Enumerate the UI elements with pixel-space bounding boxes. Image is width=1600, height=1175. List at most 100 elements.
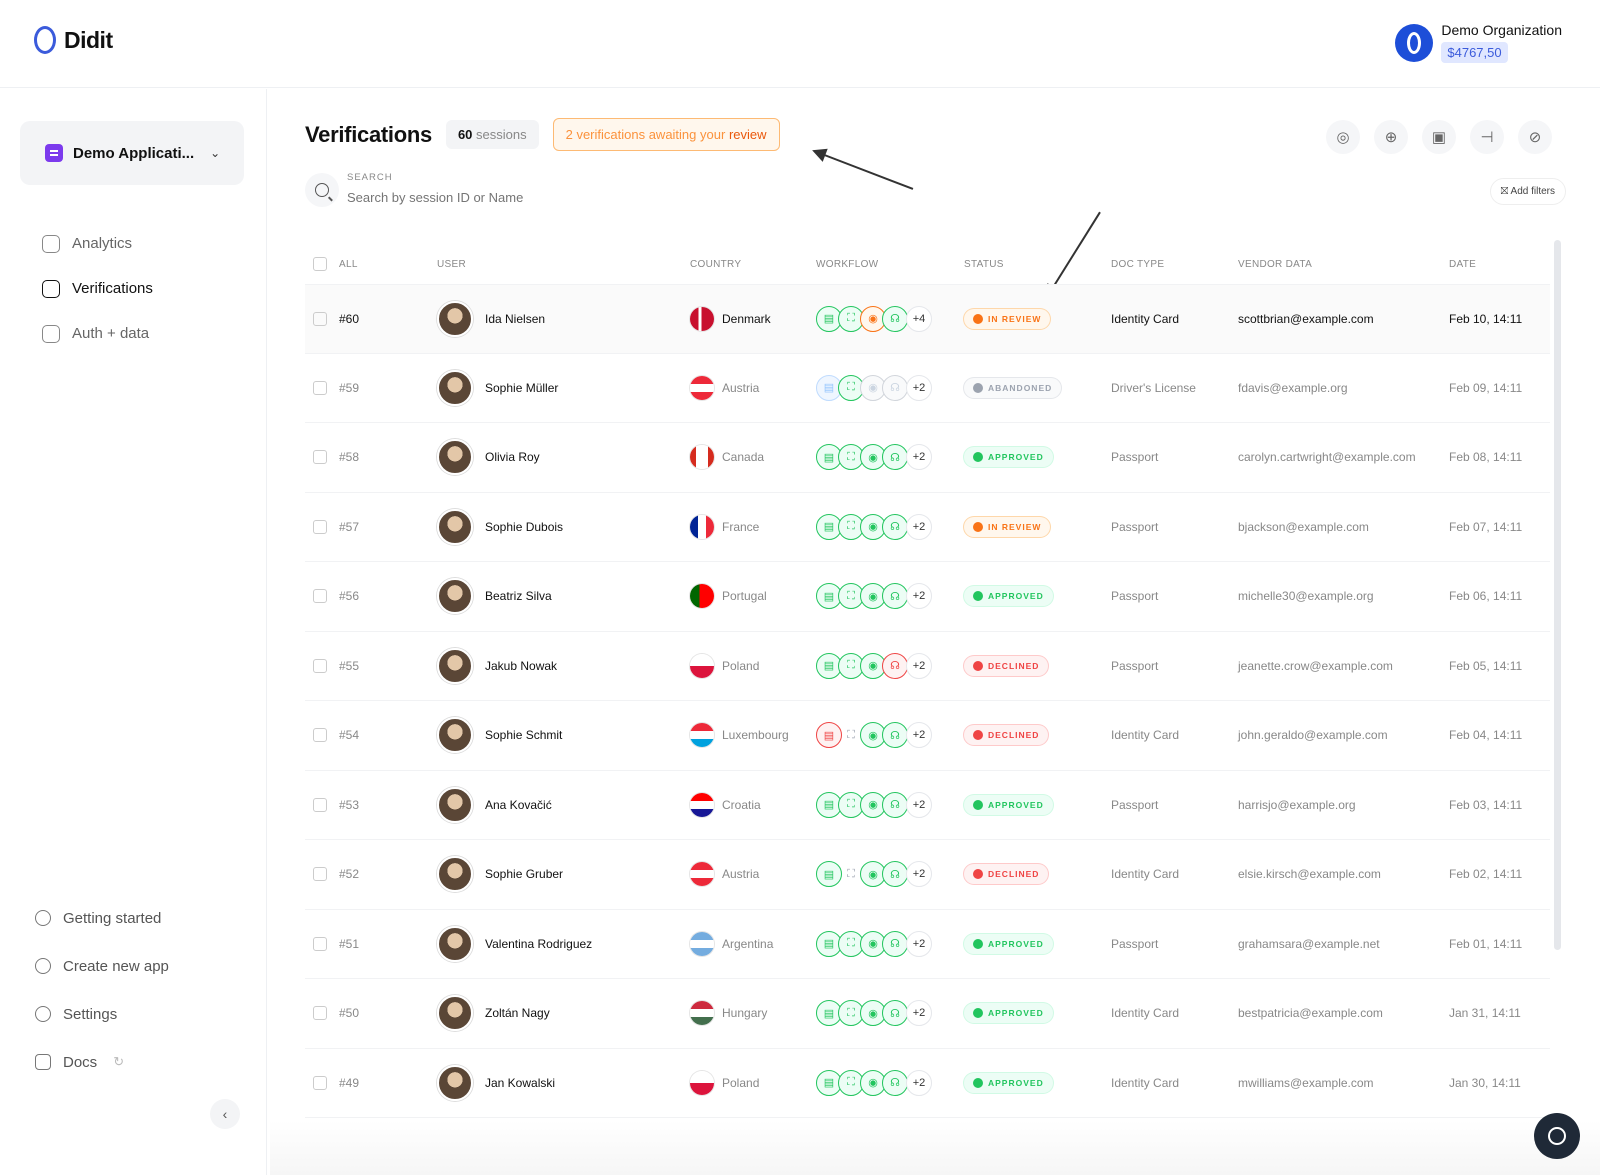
review-alert-badge[interactable]: 2 verifications awaiting your review xyxy=(552,118,780,151)
more-steps-badge[interactable]: +2 xyxy=(906,791,932,818)
table-scrollbar[interactable] xyxy=(1554,240,1561,950)
chat-support-button[interactable] xyxy=(1534,1113,1580,1159)
sidebar-item-verifications[interactable]: Verifications xyxy=(42,266,153,311)
more-steps-badge[interactable]: +2 xyxy=(906,444,932,471)
column-user[interactable]: USER xyxy=(437,259,690,270)
status-dot-icon xyxy=(973,1077,983,1088)
export-icon[interactable]: ▣ xyxy=(1422,120,1456,154)
table-row[interactable]: #60 Ida Nielsen Denmark ▤ ⛶ ◉ ☊ +4 IN REVIE… xyxy=(305,284,1550,354)
table-row[interactable]: #57 Sophie Dubois France ▤ ⛶ ◉ ☊ +2 IN REVI… xyxy=(305,493,1550,562)
status-cell: APPROVED xyxy=(964,447,1111,468)
table-row[interactable]: #59 Sophie Müller Austria ▤ ⛶ ◉ ☊ +2 ABANDO… xyxy=(305,354,1550,423)
user-name: Ida Nielsen xyxy=(485,311,546,326)
row-checkbox[interactable] xyxy=(305,936,339,951)
face-match-icon[interactable]: ☊ xyxy=(882,652,908,679)
face-match-icon[interactable]: ☊ xyxy=(882,791,908,818)
row-checkbox[interactable] xyxy=(305,728,339,743)
select-all-checkbox[interactable] xyxy=(305,257,339,271)
face-match-icon[interactable]: ☊ xyxy=(882,444,908,471)
row-checkbox[interactable] xyxy=(305,589,339,604)
row-checkbox[interactable] xyxy=(305,1075,339,1090)
search-icon[interactable] xyxy=(305,172,339,207)
session-date: Feb 07, 14:11 xyxy=(1449,519,1523,534)
more-steps-badge[interactable]: +2 xyxy=(906,722,932,749)
table-body: #60 Ida Nielsen Denmark ▤ ⛶ ◉ ☊ +4 IN REVIE… xyxy=(305,284,1550,1118)
face-match-icon[interactable]: ☊ xyxy=(882,374,908,401)
block-icon[interactable]: ⊘ xyxy=(1518,120,1552,154)
row-checkbox[interactable] xyxy=(305,658,339,673)
more-steps-badge[interactable]: +2 xyxy=(906,583,932,610)
sidebar-item-label: Docs xyxy=(63,1053,98,1071)
sidebar-item-analytics[interactable]: Analytics xyxy=(42,221,153,266)
status-label: APPROVED xyxy=(988,799,1044,810)
status-label: APPROVED xyxy=(988,452,1044,463)
column-doc-type[interactable]: DOC TYPE xyxy=(1111,259,1238,270)
status-label: APPROVED xyxy=(988,938,1044,949)
workflow-steps: ▤ ⛶ ◉ ☊ +2 xyxy=(816,861,964,888)
more-steps-badge[interactable]: +2 xyxy=(906,861,932,888)
app-selector[interactable]: Demo Applicati... ⌄ xyxy=(20,121,244,185)
column-workflow[interactable]: WORKFLOW xyxy=(816,259,964,270)
table-row[interactable]: #52 Sophie Gruber Austria ▤ ⛶ ◉ ☊ +2 DECLIN… xyxy=(305,840,1550,910)
add-filters-button[interactable]: ⛝ Add filters xyxy=(1489,178,1566,205)
table-row[interactable]: #53 Ana Kovačić Croatia ▤ ⛶ ◉ ☊ +2 APPROVED… xyxy=(305,771,1550,840)
row-checkbox[interactable] xyxy=(305,311,339,326)
more-steps-badge[interactable]: +2 xyxy=(906,1069,932,1096)
status-badge: APPROVED xyxy=(964,447,1053,468)
more-steps-badge[interactable]: +2 xyxy=(906,1000,932,1027)
more-steps-badge[interactable]: +2 xyxy=(906,652,932,679)
row-checkbox[interactable] xyxy=(305,380,339,395)
table-row[interactable]: #55 Jakub Nowak Poland ▤ ⛶ ◉ ☊ +2 DECLINED … xyxy=(305,632,1550,701)
sidebar-item-docs[interactable]: Docs ↻ xyxy=(35,1038,169,1086)
add-icon[interactable]: ⊕ xyxy=(1374,120,1408,154)
column-status[interactable]: STATUS xyxy=(964,259,1111,270)
status-cell: IN REVIEW xyxy=(964,516,1111,537)
more-steps-badge[interactable]: +4 xyxy=(906,305,932,332)
sidebar-item-settings[interactable]: Settings xyxy=(35,990,169,1038)
table-row[interactable]: #58 Olivia Roy Canada ▤ ⛶ ◉ ☊ +2 APPROVED P… xyxy=(305,423,1550,493)
sidebar-item-create-new-app[interactable]: Create new app xyxy=(35,942,169,990)
face-match-icon[interactable]: ☊ xyxy=(882,305,908,332)
vendor-data: john.geraldo@example.com xyxy=(1238,728,1388,743)
table-row[interactable]: #50 Zoltán Nagy Hungary ▤ ⛶ ◉ ☊ +2 APPROVED… xyxy=(305,979,1550,1049)
row-checkbox[interactable] xyxy=(305,797,339,812)
row-checkbox[interactable] xyxy=(305,1006,339,1021)
status-badge: APPROVED xyxy=(964,586,1053,607)
face-match-icon[interactable]: ☊ xyxy=(882,513,908,540)
row-checkbox[interactable] xyxy=(305,867,339,882)
face-match-icon[interactable]: ☊ xyxy=(882,722,908,749)
table-row[interactable]: #56 Beatriz Silva Portugal ▤ ⛶ ◉ ☊ +2 APPRO… xyxy=(305,562,1550,632)
face-match-icon[interactable]: ☊ xyxy=(882,1000,908,1027)
face-match-icon[interactable]: ☊ xyxy=(882,861,908,888)
organization-switcher[interactable]: Demo Organization $4767,50 xyxy=(1395,22,1562,63)
column-country[interactable]: COUNTRY xyxy=(690,259,816,270)
search-input[interactable] xyxy=(347,190,647,205)
column-vendor-data[interactable]: VENDOR DATA xyxy=(1238,259,1449,270)
more-steps-badge[interactable]: +2 xyxy=(906,513,932,540)
table-row[interactable]: #54 Sophie Schmit Luxembourg ▤ ⛶ ◉ ☊ +2 DEC… xyxy=(305,701,1550,771)
table-row[interactable]: #49 Jan Kowalski Poland ▤ ⛶ ◉ ☊ +2 APPROVED… xyxy=(305,1049,1550,1118)
face-match-icon[interactable]: ☊ xyxy=(882,930,908,957)
doc-type: Passport xyxy=(1111,658,1159,673)
country-name: Argentina xyxy=(722,936,774,951)
brand-logo[interactable]: Didit xyxy=(34,26,113,54)
user-name: Olivia Roy xyxy=(485,450,540,465)
sidebar-item-getting-started[interactable]: Getting started xyxy=(35,894,169,942)
review-link[interactable]: review xyxy=(729,127,767,142)
row-checkbox[interactable] xyxy=(305,450,339,465)
row-checkbox[interactable] xyxy=(305,519,339,534)
workflow-steps: ▤ ⛶ ◉ ☊ +2 xyxy=(816,652,964,679)
country-name: Poland xyxy=(722,658,760,673)
column-date[interactable]: DATE xyxy=(1449,259,1549,270)
collapse-sidebar-button[interactable]: ‹ xyxy=(210,1099,240,1129)
more-steps-badge[interactable]: +2 xyxy=(906,374,932,401)
settings-icon[interactable]: ◎ xyxy=(1326,120,1360,154)
more-steps-badge[interactable]: +2 xyxy=(906,930,932,957)
flow-icon[interactable]: ⊣ xyxy=(1470,120,1504,154)
table-row[interactable]: #51 Valentina Rodriguez Argentina ▤ ⛶ ◉ ☊ +… xyxy=(305,910,1550,979)
face-match-icon[interactable]: ☊ xyxy=(882,583,908,610)
face-match-icon[interactable]: ☊ xyxy=(882,1069,908,1096)
user-cell: Zoltán Nagy xyxy=(437,995,690,1032)
country-flag-icon xyxy=(690,792,714,817)
sidebar-item-auth-data[interactable]: Auth + data xyxy=(42,311,153,356)
